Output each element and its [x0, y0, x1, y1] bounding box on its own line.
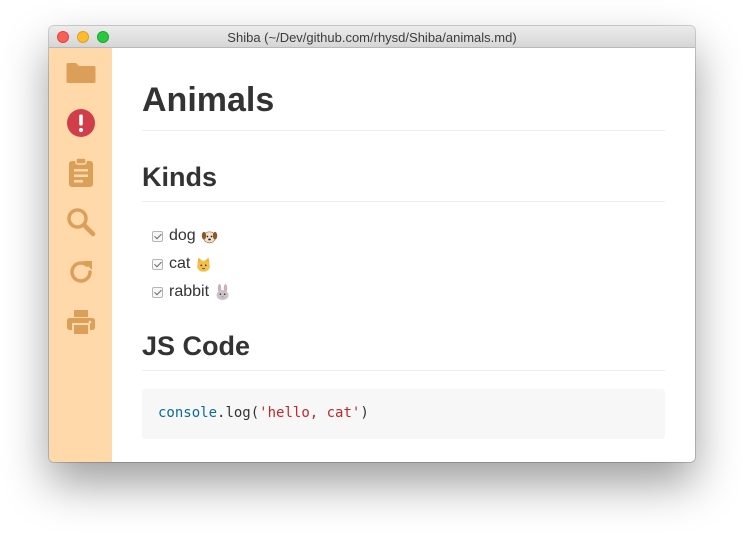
task-checkbox[interactable]: [152, 258, 163, 270]
clipboard-icon: [69, 157, 93, 187]
outline-button[interactable]: [65, 156, 97, 188]
task-list-item: rabbit: [152, 278, 231, 306]
search-button[interactable]: [65, 206, 97, 238]
task-label: rabbit: [169, 283, 210, 300]
section-heading-kinds: Kinds: [142, 162, 665, 202]
code-token-string: 'hello, cat': [259, 405, 361, 421]
reload-icon: [70, 261, 92, 283]
task-list-item: dog: [152, 222, 231, 250]
lint-result-button[interactable]: [65, 107, 97, 139]
code-token-method: log(: [225, 405, 260, 421]
title-bar: Shiba (~/Dev/github.com/rhysd/Shiba/anim…: [49, 26, 695, 48]
print-icon: [67, 310, 95, 336]
task-checkbox[interactable]: [152, 286, 163, 298]
section-heading-js-code: JS Code: [142, 331, 665, 371]
folder-icon: [66, 63, 96, 83]
code-token-object: console: [158, 405, 218, 421]
markdown-preview: Animals Kinds dog cat rabbit JS Code con…: [112, 48, 695, 462]
document-title: Animals: [142, 81, 665, 131]
task-list: dog cat rabbit: [152, 222, 231, 306]
dog-face-icon: [201, 230, 217, 243]
rabbit-face-icon: [216, 283, 229, 300]
print-button[interactable]: [65, 306, 97, 338]
app-window: Shiba (~/Dev/github.com/rhysd/Shiba/anim…: [49, 26, 695, 462]
open-folder-button[interactable]: [65, 56, 97, 88]
window-title: Shiba (~/Dev/github.com/rhysd/Shiba/anim…: [227, 30, 517, 45]
task-label: cat: [169, 255, 191, 272]
search-icon: [67, 208, 96, 237]
task-list-item: cat: [152, 250, 231, 278]
task-label: dog: [169, 227, 196, 244]
cat-face-icon: [197, 257, 211, 272]
alert-icon: [67, 109, 95, 137]
reload-button[interactable]: [65, 256, 97, 288]
code-block: console.log('hello, cat'): [142, 389, 665, 439]
code-token-close: ): [360, 405, 369, 421]
sidebar: [49, 48, 112, 462]
task-checkbox[interactable]: [152, 230, 163, 242]
